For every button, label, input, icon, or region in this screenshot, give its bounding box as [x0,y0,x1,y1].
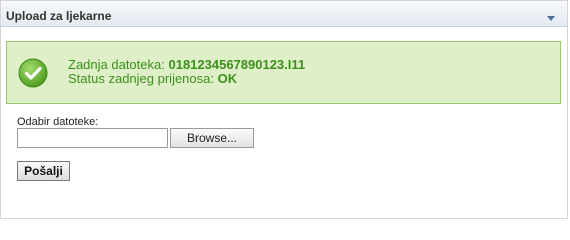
file-select-label: Odabir datoteke: [17,116,99,128]
last-transfer-label: Status zadnjeg prijenosa: [68,71,214,86]
last-file-value: 0181234567890123.I11 [168,57,306,72]
upload-panel: Upload za ljekarne Zadnja datoteka: 0181… [0,0,568,219]
file-path-input[interactable] [17,128,168,148]
last-file-label: Zadnja datoteka: [68,57,165,72]
browse-button[interactable]: Browse... [170,128,254,148]
panel-header: Upload za ljekarne [1,1,567,27]
status-message-box: Zadnja datoteka: 0181234567890123.I11 St… [6,41,561,104]
last-file-line: Zadnja datoteka: 0181234567890123.I11 [68,58,305,72]
submit-button[interactable]: Pošalji [17,161,70,181]
chevron-down-icon[interactable] [547,16,555,21]
last-transfer-value: OK [217,71,238,86]
panel-title: Upload za ljekarne [6,9,112,23]
status-text: Zadnja datoteka: 0181234567890123.I11 St… [68,58,305,86]
check-circle-icon [18,58,48,88]
last-transfer-line: Status zadnjeg prijenosa: OK [68,72,305,86]
